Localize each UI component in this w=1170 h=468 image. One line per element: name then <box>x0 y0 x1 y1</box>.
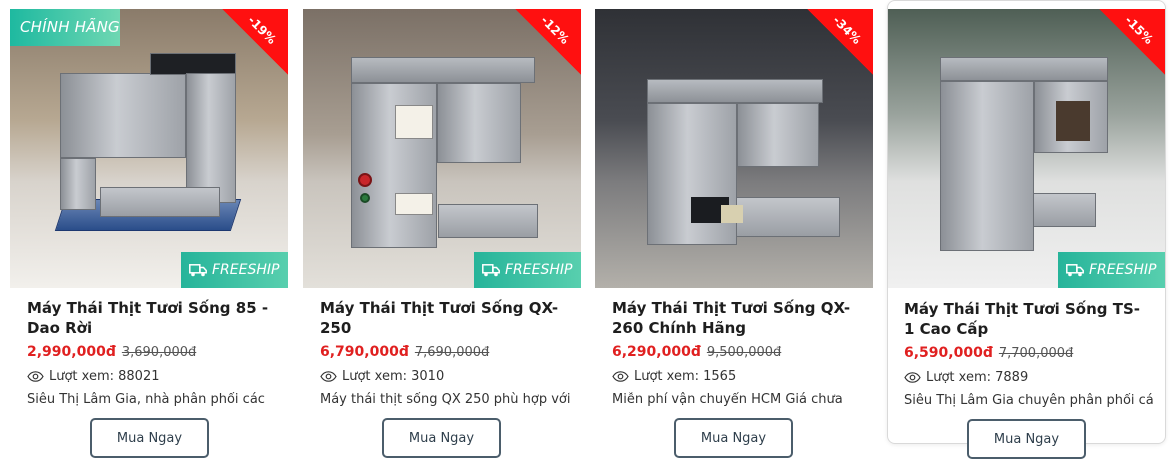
product-image[interactable]: -15% FREESHIP <box>888 9 1165 288</box>
sale-price: 2,990,000đ <box>27 344 116 360</box>
sale-price: 6,590,000đ <box>904 345 993 361</box>
product-title[interactable]: Máy Thái Thịt Tươi Sống 85 - Dao Rời <box>27 298 272 338</box>
truck-icon <box>189 263 207 276</box>
truck-icon <box>482 263 500 276</box>
eye-icon <box>320 371 337 382</box>
product-card[interactable]: -12% FREESHIP Máy Thái Thịt Tươi Sống QX… <box>295 0 581 460</box>
product-description: Máy thái thịt sống QX 250 phù hợp với <box>320 392 570 407</box>
product-grid: CHÍNH HÃNG -19% FREESHIP Máy Thái Thịt T… <box>0 0 1170 468</box>
freeship-badge: FREESHIP <box>1058 252 1165 288</box>
product-image[interactable]: -34% <box>595 9 873 288</box>
buy-now-button[interactable]: Mua Ngay <box>382 418 501 458</box>
discount-badge: -12% <box>515 9 581 75</box>
price-row: 6,290,000đ 9,500,000đ <box>612 344 781 360</box>
product-title[interactable]: Máy Thái Thịt Tươi Sống QX-260 Chính Hãn… <box>612 298 857 338</box>
product-card[interactable]: -15% FREESHIP Máy Thái Thịt Tươi Sống TS… <box>887 0 1166 459</box>
original-price: 7,700,000đ <box>998 346 1074 361</box>
sale-price: 6,290,000đ <box>612 344 701 360</box>
product-description: Siêu Thị Lâm Gia chuyên phân phối các <box>904 393 1154 408</box>
product-description: Siêu Thị Lâm Gia, nhà phân phối các <box>27 392 265 407</box>
eye-icon <box>904 372 921 383</box>
view-count: Lượt xem: 7889 <box>904 370 1028 385</box>
view-count: Lượt xem: 88021 <box>27 369 160 384</box>
freeship-badge: FREESHIP <box>181 252 288 288</box>
freeship-badge: FREESHIP <box>474 252 581 288</box>
product-description: Miễn phí vận chuyển HCM Giá chưa <box>612 392 843 407</box>
product-image[interactable]: CHÍNH HÃNG -19% FREESHIP <box>10 9 288 288</box>
original-price: 3,690,000đ <box>121 345 197 360</box>
view-count: Lượt xem: 1565 <box>612 369 736 384</box>
discount-badge: -15% <box>1099 9 1165 75</box>
original-price: 7,690,000đ <box>414 345 490 360</box>
price-row: 6,590,000đ 7,700,000đ <box>904 345 1073 361</box>
discount-badge: -34% <box>807 9 873 75</box>
price-row: 2,990,000đ 3,690,000đ <box>27 344 196 360</box>
eye-icon <box>612 371 629 382</box>
eye-icon <box>27 371 44 382</box>
buy-now-button[interactable]: Mua Ngay <box>90 418 209 458</box>
original-price: 9,500,000đ <box>706 345 782 360</box>
product-title[interactable]: Máy Thái Thịt Tươi Sống TS-1 Cao Cấp <box>904 299 1149 339</box>
view-count: Lượt xem: 3010 <box>320 369 444 384</box>
product-image[interactable]: -12% FREESHIP <box>303 9 581 288</box>
genuine-badge: CHÍNH HÃNG <box>10 9 120 46</box>
product-card[interactable]: -34% Máy Thái Thịt Tươi Sống QX-260 Chín… <box>587 0 873 460</box>
product-card[interactable]: CHÍNH HÃNG -19% FREESHIP Máy Thái Thịt T… <box>2 0 288 460</box>
product-title[interactable]: Máy Thái Thịt Tươi Sống QX-250 <box>320 298 565 338</box>
buy-now-button[interactable]: Mua Ngay <box>674 418 793 458</box>
price-row: 6,790,000đ 7,690,000đ <box>320 344 489 360</box>
truck-icon <box>1066 263 1084 276</box>
sale-price: 6,790,000đ <box>320 344 409 360</box>
buy-now-button[interactable]: Mua Ngay <box>967 419 1086 459</box>
discount-badge: -19% <box>222 9 288 75</box>
